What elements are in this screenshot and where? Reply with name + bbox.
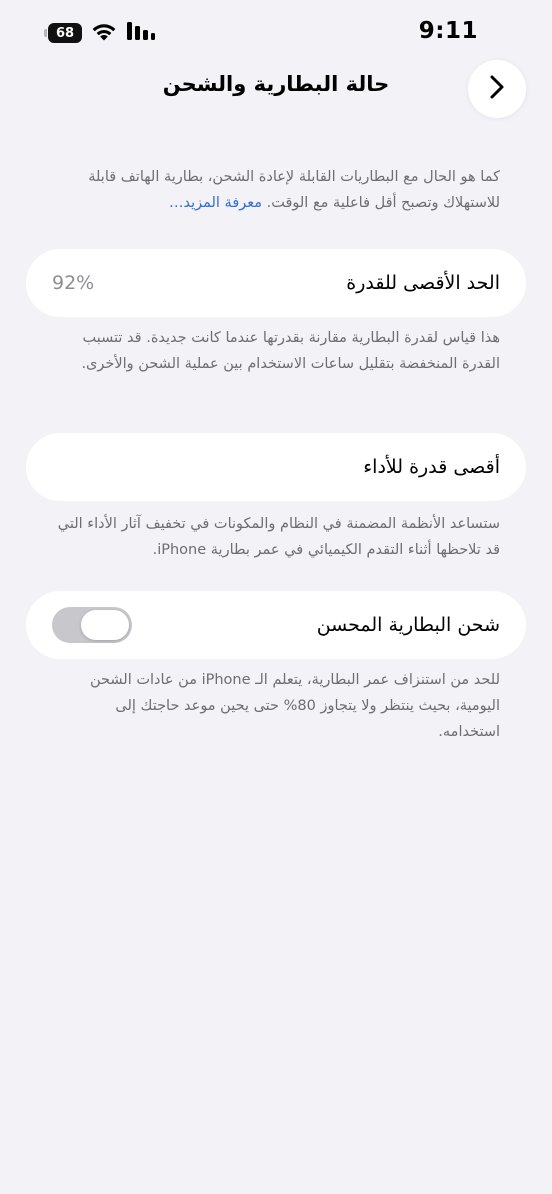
peak-performance-label: أقصى قدرة للأداء: [363, 456, 500, 478]
max-capacity-label: الحد الأقصى للقدرة: [346, 272, 500, 294]
status-icons: 68: [44, 20, 156, 46]
optimized-charging-label: شحن البطارية المحسن: [316, 614, 500, 636]
peak-performance-description: ستساعد الأنظمة المضمنة في النظام والمكون…: [57, 516, 500, 558]
wifi-icon: [90, 20, 118, 46]
optimized-charging-toggle[interactable]: [52, 607, 132, 643]
back-button[interactable]: [468, 60, 526, 118]
intro-description: كما هو الحال مع البطاريات القابلة لإعادة…: [52, 164, 500, 216]
max-capacity-description: هذا قياس لقدرة البطارية مقارنة بقدرتها ع…: [81, 330, 500, 372]
toggle-knob: [81, 610, 129, 640]
optimized-charging-description: للحد من استنزاف عمر البطارية، يتعلم الـ …: [89, 672, 500, 740]
max-capacity-row: الحد الأقصى للقدرة 92%: [26, 249, 526, 317]
battery-icon: 68: [44, 22, 82, 44]
battery-health-screen: 68 9:11 حالة البطارية والشحن كما هو الحا…: [0, 0, 552, 1194]
cellular-signal-icon: [126, 21, 156, 45]
battery-level: 68: [48, 23, 82, 43]
status-time: 9:11: [418, 18, 478, 44]
max-capacity-value: 92%: [52, 272, 95, 294]
intro-text: كما هو الحال مع البطاريات القابلة لإعادة…: [88, 169, 500, 211]
learn-more-link[interactable]: معرفة المزيد…: [169, 195, 262, 211]
chevron-right-icon: [488, 74, 506, 104]
peak-performance-row: أقصى قدرة للأداء: [26, 433, 526, 501]
status-bar: 68 9:11: [0, 0, 552, 62]
optimized-charging-row: شحن البطارية المحسن: [26, 591, 526, 659]
